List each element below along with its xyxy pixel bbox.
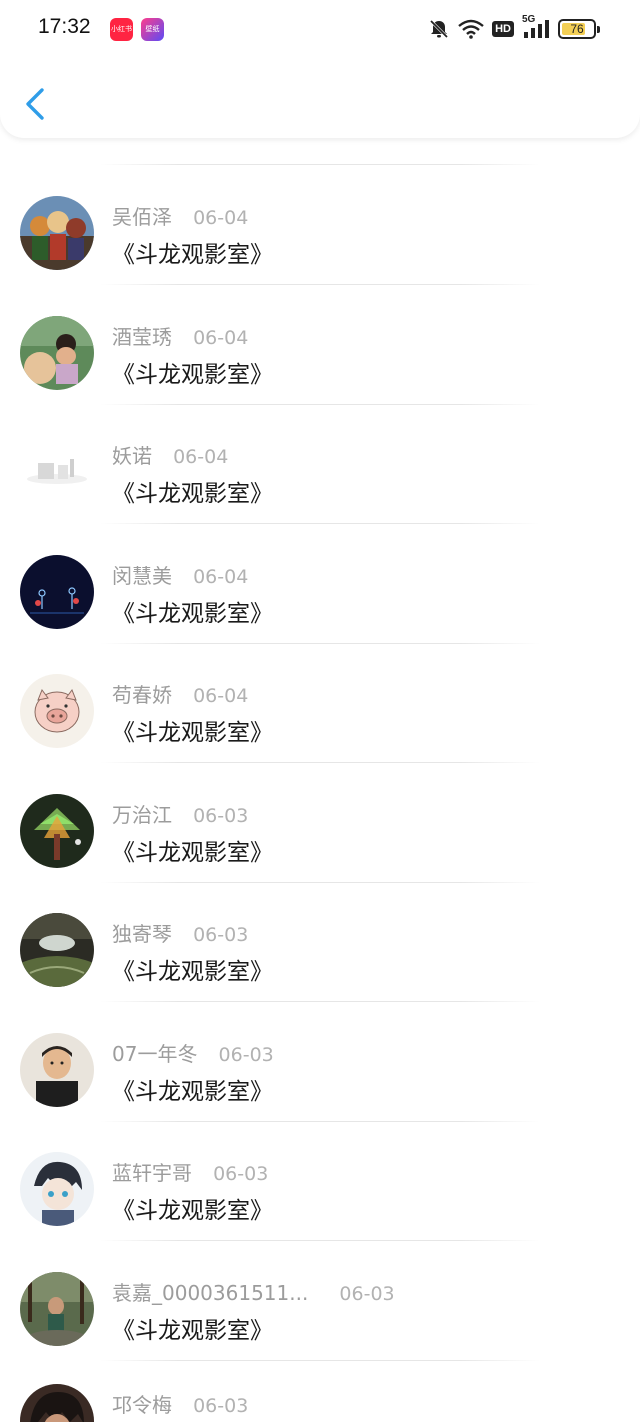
status-time: 17:32 — [38, 15, 91, 38]
username[interactable]: 万治江 — [112, 803, 172, 827]
avatar[interactable] — [20, 794, 94, 868]
chevron-left-icon — [26, 88, 44, 120]
xiaohongshu-app-icon: 小红书 — [110, 18, 133, 41]
bell-muted-icon — [428, 18, 450, 40]
status-icons: HD 5G 76 — [420, 14, 600, 44]
date: 06-04 — [193, 566, 249, 588]
message: 《斗龙观影室》 — [112, 840, 273, 866]
list-item[interactable]: 酒莹琇 06-04 《斗龙观影室》 — [0, 286, 640, 406]
avatar[interactable] — [20, 674, 94, 748]
divider — [100, 523, 540, 524]
username[interactable]: 袁嘉_0000361511... — [112, 1281, 308, 1305]
app-badge-label: 小红书 — [111, 25, 132, 33]
list-item[interactable]: 吴佰泽 06-04 《斗龙观影室》 — [0, 166, 640, 286]
avatar[interactable] — [20, 1384, 94, 1422]
message: 《斗龙观影室》 — [112, 362, 273, 388]
battery-level: 76 — [570, 22, 584, 36]
date: 06-04 — [193, 207, 249, 229]
battery-icon: 76 — [558, 19, 600, 39]
username[interactable]: 闵慧美 — [112, 564, 172, 588]
hd-label: HD — [492, 21, 514, 37]
date: 06-04 — [193, 327, 249, 349]
message: 《斗龙观影室》 — [112, 720, 273, 746]
username[interactable]: 苟春娇 — [112, 683, 172, 707]
page: 吴佰泽 06-04 《斗龙观影室》 酒莹琇 06-04 《斗龙观影室》 妖诺 0… — [0, 0, 640, 1422]
username[interactable]: 07一年冬 — [112, 1042, 197, 1066]
date: 06-03 — [339, 1283, 395, 1305]
message: 《斗龙观影室》 — [112, 242, 273, 268]
avatar[interactable] — [20, 316, 94, 390]
message: 《斗龙观影室》 — [112, 1318, 273, 1344]
wifi-icon — [458, 19, 484, 39]
date: 06-03 — [218, 1044, 274, 1066]
avatar[interactable] — [20, 1152, 94, 1226]
avatar[interactable] — [20, 435, 94, 509]
username[interactable]: 邛令梅 — [112, 1393, 172, 1417]
list-item[interactable]: 苟春娇 06-04 《斗龙观影室》 — [0, 644, 640, 764]
username[interactable]: 独寄琴 — [112, 922, 172, 946]
date: 06-03 — [193, 924, 249, 946]
username[interactable]: 酒莹琇 — [112, 325, 172, 349]
divider — [100, 762, 540, 763]
list-item[interactable]: 邛令梅 06-03 — [0, 1354, 640, 1422]
message: 《斗龙观影室》 — [112, 481, 273, 507]
date: 06-03 — [213, 1163, 269, 1185]
date: 06-04 — [173, 446, 229, 468]
avatar[interactable] — [20, 1272, 94, 1346]
list-item[interactable]: 07一年冬 06-03 《斗龙观影室》 — [0, 1003, 640, 1123]
username[interactable]: 妖诺 — [112, 444, 152, 468]
divider — [100, 1001, 540, 1002]
list-item[interactable]: 妖诺 06-04 《斗龙观影室》 — [0, 405, 640, 525]
top-header: 17:32 小红书 壁纸 HD 5G 76 — [0, 0, 640, 138]
avatar[interactable] — [20, 1033, 94, 1107]
date: 06-04 — [193, 685, 249, 707]
avatar[interactable] — [20, 555, 94, 629]
message: 《斗龙观影室》 — [112, 601, 273, 627]
avatar[interactable] — [20, 196, 94, 270]
app-badge-label: 壁纸 — [145, 25, 160, 33]
hd-icon: HD — [492, 21, 514, 37]
divider — [100, 164, 540, 165]
divider — [100, 284, 540, 285]
list-item[interactable]: 蓝轩宇哥 06-03 《斗龙观影室》 — [0, 1122, 640, 1242]
username[interactable]: 蓝轩宇哥 — [112, 1161, 192, 1185]
list-item[interactable]: 独寄琴 06-03 《斗龙观影室》 — [0, 883, 640, 1003]
comment-list[interactable]: 吴佰泽 06-04 《斗龙观影室》 酒莹琇 06-04 《斗龙观影室》 妖诺 0… — [0, 0, 640, 1422]
list-item[interactable]: 闵慧美 06-04 《斗龙观影室》 — [0, 525, 640, 645]
message: 《斗龙观影室》 — [112, 1079, 273, 1105]
list-item[interactable]: 袁嘉_0000361511... 06-03 《斗龙观影室》 — [0, 1242, 640, 1362]
network-label: 5G — [522, 14, 536, 25]
message: 《斗龙观影室》 — [112, 959, 273, 985]
date: 06-03 — [193, 805, 249, 827]
list-item[interactable]: 万治江 06-03 《斗龙观影室》 — [0, 764, 640, 884]
avatar[interactable] — [20, 913, 94, 987]
message: 《斗龙观影室》 — [112, 1198, 273, 1224]
username[interactable]: 吴佰泽 — [112, 205, 172, 229]
date: 06-03 — [193, 1395, 249, 1417]
wallpaper-app-icon: 壁纸 — [141, 18, 164, 41]
back-button[interactable] — [18, 84, 54, 124]
signal-5g-icon: 5G — [522, 14, 550, 40]
divider — [100, 1240, 540, 1241]
status-bar: 17:32 小红书 壁纸 HD 5G 76 — [0, 0, 640, 58]
